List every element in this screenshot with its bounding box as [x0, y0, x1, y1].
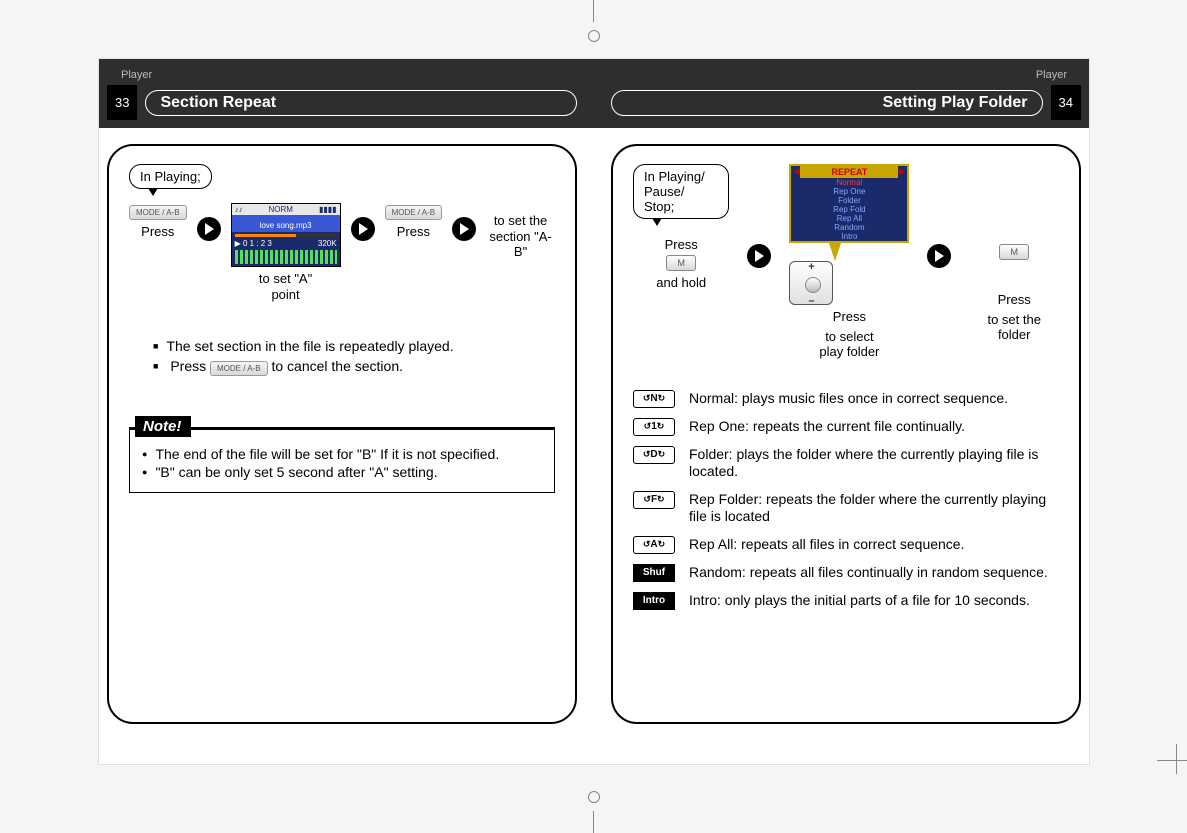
- list-item: ↺N↻ Normal: plays music files once in co…: [633, 390, 1059, 408]
- list-item: ↺D↻ Folder: plays the folder where the c…: [633, 446, 1059, 481]
- mode-icon-intro: Intro: [633, 592, 675, 610]
- list-item: ↺F↻ Rep Folder: repeats the folder where…: [633, 491, 1059, 526]
- press-label: Press: [129, 224, 187, 240]
- select-folder-caption: to select play folder: [789, 329, 909, 360]
- list-item: The end of the file will be set for "B" …: [142, 446, 542, 462]
- page-number-right: 34: [1051, 85, 1081, 120]
- panel-play-folder: In Playing/ Pause/ Stop; Press M and hol…: [611, 144, 1081, 724]
- and-hold-label: and hold: [633, 275, 729, 291]
- arrow-right-icon: [197, 217, 221, 241]
- mode-ab-button-icon: MODE / A-B: [129, 205, 187, 220]
- note-label: Note!: [135, 416, 191, 437]
- section-tag-left: Player: [121, 69, 594, 81]
- set-ab-caption: to set the section "A-B": [486, 213, 555, 260]
- panel-section-repeat: In Playing; MODE / A-B Press ♪♪NORM▮▮▮▮ …: [107, 144, 577, 724]
- arrow-right-icon: [452, 217, 476, 241]
- list-item: Shuf Random: repeats all files continual…: [633, 564, 1059, 582]
- mode-ab-button-icon: MODE / A-B: [385, 205, 443, 220]
- press-label: Press: [633, 237, 729, 253]
- play-modes-list: ↺N↻ Normal: plays music files once in co…: [633, 390, 1059, 610]
- list-item: The set section in the file is repeatedl…: [153, 338, 555, 354]
- manual-spread: Player Player 33 Section Repeat Setting …: [98, 58, 1090, 765]
- set-a-caption: to set "A" point: [231, 271, 341, 302]
- m-button-icon: M: [666, 255, 696, 271]
- list-item: Intro Intro: only plays the initial part…: [633, 592, 1059, 610]
- list-item: ↺1↻ Rep One: repeats the current file co…: [633, 418, 1059, 436]
- crop-mark-icon: [588, 791, 600, 803]
- repeat-menu-icon: ◀REPEAT▶ Normal Rep One Folder Rep Fold …: [789, 164, 909, 243]
- context-bubble: In Playing;: [129, 164, 212, 189]
- joystick-icon: +–: [789, 261, 833, 305]
- list-item: Press MODE / A-B to cancel the section.: [153, 358, 555, 376]
- press-label: Press: [385, 224, 443, 240]
- mode-icon-repall: ↺A↻: [633, 536, 675, 554]
- press-label: Press: [789, 309, 909, 325]
- page-number-left: 33: [107, 85, 137, 120]
- header-bar: Player Player 33 Section Repeat Setting …: [99, 59, 1089, 128]
- mode-icon-normal: ↺N↻: [633, 390, 675, 408]
- mode-icon-folder: ↺D↻: [633, 446, 675, 464]
- player-screen-icon: ♪♪NORM▮▮▮▮ love song.mp3 ▶ 0 1 : 2 3320K: [231, 203, 341, 267]
- page-title-right: Setting Play Folder: [611, 90, 1043, 116]
- crop-mark-icon: [588, 30, 600, 42]
- page-title-left: Section Repeat: [145, 90, 577, 116]
- arrow-right-icon: [927, 244, 951, 268]
- m-button-icon: M: [999, 244, 1029, 260]
- context-bubble: In Playing/ Pause/ Stop;: [633, 164, 729, 219]
- arrow-right-icon: [747, 244, 771, 268]
- arrow-right-icon: [351, 217, 375, 241]
- section-tag-right: Player: [594, 69, 1067, 81]
- note-box: The end of the file will be set for "B" …: [129, 427, 555, 493]
- press-label: Press: [969, 292, 1059, 308]
- list-item: "B" can be only set 5 second after "A" s…: [142, 464, 542, 480]
- mode-ab-button-icon: MODE / A-B: [210, 361, 268, 376]
- mode-icon-random: Shuf: [633, 564, 675, 582]
- mode-icon-repfolder: ↺F↻: [633, 491, 675, 509]
- info-list: The set section in the file is repeatedl…: [153, 338, 555, 376]
- set-folder-caption: to set the folder: [969, 312, 1059, 343]
- mode-icon-repone: ↺1↻: [633, 418, 675, 436]
- list-item: ↺A↻ Rep All: repeats all files in correc…: [633, 536, 1059, 554]
